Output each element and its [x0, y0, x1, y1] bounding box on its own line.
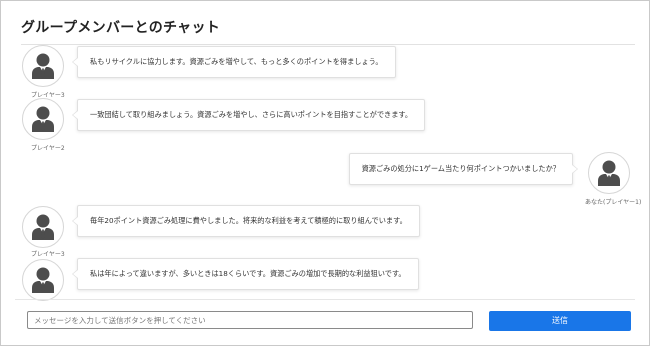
message-author: プレイヤー3	[31, 251, 65, 258]
person-avatar-icon	[22, 259, 64, 301]
message-bubble: 一致団結して取り組みましょう。資源ごみを増やし、さらに高いポイントを目指すことが…	[71, 99, 426, 131]
person-avatar-icon	[588, 152, 630, 194]
person-avatar-icon	[22, 45, 64, 87]
message-bubble: 毎年20ポイント資源ごみ処理に費やしました。将来的な利益を考えて積極的に取り組ん…	[72, 205, 420, 237]
title-divider	[21, 44, 635, 45]
message-bubble: 私もリサイクルに協力します。資源ごみを増やして、もっと多くのポイントを得ましょう…	[72, 46, 396, 78]
message-author: あなた(プレイヤー1)	[585, 199, 642, 206]
chat-window: グループメンバーとのチャット プレイヤー3 私もリサイクルに協力します。資源ごみ…	[0, 0, 650, 346]
person-avatar-icon	[22, 98, 64, 140]
composer-divider	[15, 299, 635, 300]
person-avatar-icon	[22, 206, 64, 248]
message-author: プレイヤー2	[31, 145, 65, 152]
page-title: グループメンバーとのチャット	[21, 20, 221, 36]
message-bubble: 私は年によって違いますが、多いときは18くらいです。資源ごみの増加で長期的な利益…	[72, 258, 419, 290]
message-bubble: 資源ごみの処分に1ゲーム当たり何ポイントつかいましたか？	[348, 153, 579, 185]
send-button[interactable]: 送信	[489, 311, 631, 331]
message-input[interactable]	[27, 311, 473, 329]
